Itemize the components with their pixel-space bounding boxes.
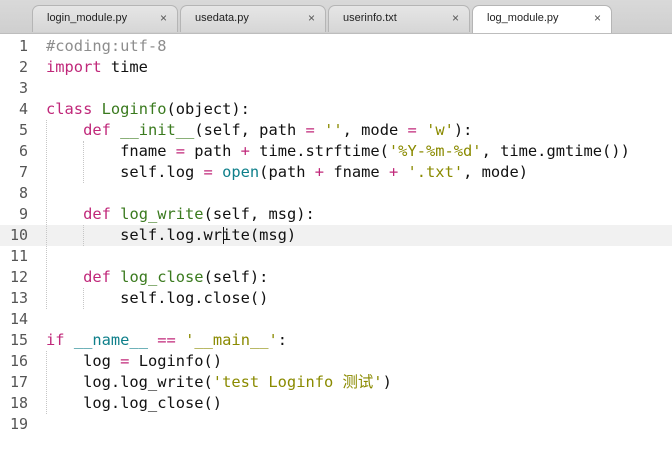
- code-line[interactable]: 11: [0, 246, 672, 267]
- close-icon[interactable]: ×: [452, 11, 459, 25]
- indent-guide: [83, 141, 85, 183]
- code-editor[interactable]: 1 #coding:utf-8 2 import time 3 4 class Loginf…: [0, 34, 672, 452]
- line-number: 4: [18, 100, 28, 118]
- code-line[interactable]: 16 log = Loginfo(): [0, 351, 672, 372]
- code-line[interactable]: 15 if __name__ == '__main__':: [0, 330, 672, 351]
- code-text[interactable]: import time: [46, 57, 148, 78]
- line-number: 1: [18, 37, 28, 55]
- indent-guide: [46, 351, 47, 414]
- indent-guide: [46, 120, 47, 309]
- code-line[interactable]: 1 #coding:utf-8: [0, 36, 672, 57]
- tab-label: usedata.py: [195, 12, 249, 24]
- code-text[interactable]: def log_write(self, msg):: [46, 204, 315, 225]
- line-number: 7: [18, 163, 28, 181]
- close-icon[interactable]: ×: [594, 11, 601, 25]
- line-number: 11: [9, 247, 28, 265]
- line-number: 14: [9, 310, 28, 328]
- line-number: 12: [9, 268, 28, 286]
- tab-log-module[interactable]: log_module.py ×: [472, 5, 612, 33]
- code-line[interactable]: 2 import time: [0, 57, 672, 78]
- close-icon[interactable]: ×: [308, 11, 315, 25]
- tab-usedata[interactable]: usedata.py ×: [180, 5, 326, 32]
- code-line[interactable]: 7 self.log = open(path + fname + '.txt',…: [0, 162, 672, 183]
- tab-label: login_module.py: [47, 12, 128, 24]
- line-number: 9: [18, 205, 28, 223]
- line-number: 19: [9, 415, 28, 433]
- tab-label: userinfo.txt: [343, 12, 397, 24]
- code-line[interactable]: 10 self.log.write(msg): [0, 225, 672, 246]
- tab-bar: login_module.py × usedata.py × userinfo.…: [0, 0, 672, 34]
- code-text[interactable]: def __init__(self, path = '', mode = 'w'…: [46, 120, 472, 141]
- code-text[interactable]: self.log.close(): [46, 288, 268, 309]
- line-number: 3: [18, 79, 28, 97]
- indent-guide: [83, 288, 85, 309]
- line-number: 10: [9, 226, 28, 244]
- line-number: 8: [18, 184, 28, 202]
- code-line[interactable]: 6 fname = path + time.strftime('%Y-%m-%d…: [0, 141, 672, 162]
- line-number: 17: [9, 373, 28, 391]
- code-line[interactable]: 18 log.log_close(): [0, 393, 672, 414]
- code-text[interactable]: fname = path + time.strftime('%Y-%m-%d',…: [46, 141, 630, 162]
- code-line[interactable]: 13 self.log.close(): [0, 288, 672, 309]
- code-text[interactable]: log = Loginfo(): [46, 351, 222, 372]
- code-line[interactable]: 17 log.log_write('test Loginfo 测试'): [0, 372, 672, 393]
- tab-login-module[interactable]: login_module.py ×: [32, 5, 178, 32]
- tab-label: log_module.py: [487, 12, 559, 24]
- code-line[interactable]: 9 def log_write(self, msg):: [0, 204, 672, 225]
- code-line[interactable]: 12 def log_close(self):: [0, 267, 672, 288]
- code-line[interactable]: 5 def __init__(self, path = '', mode = '…: [0, 120, 672, 141]
- code-text[interactable]: self.log = open(path + fname + '.txt', m…: [46, 162, 528, 183]
- code-text[interactable]: if __name__ == '__main__':: [46, 330, 287, 351]
- line-number: 18: [9, 394, 28, 412]
- code-line[interactable]: 14: [0, 309, 672, 330]
- indent-guide: [83, 225, 85, 246]
- code-text[interactable]: class Loginfo(object):: [46, 99, 250, 120]
- line-number: 5: [18, 121, 28, 139]
- line-number: 15: [9, 331, 28, 349]
- code-line[interactable]: 4 class Loginfo(object):: [0, 99, 672, 120]
- code-text[interactable]: log.log_close(): [46, 393, 222, 414]
- text-cursor: [223, 227, 225, 244]
- line-number: 13: [9, 289, 28, 307]
- code-text[interactable]: def log_close(self):: [46, 267, 268, 288]
- line-number: 16: [9, 352, 28, 370]
- code-line[interactable]: 8: [0, 183, 672, 204]
- code-text[interactable]: log.log_write('test Loginfo 测试'): [46, 372, 392, 393]
- code-text[interactable]: #coding:utf-8: [46, 36, 166, 57]
- tab-userinfo[interactable]: userinfo.txt ×: [328, 5, 470, 32]
- line-number: 2: [18, 58, 28, 76]
- line-number: 6: [18, 142, 28, 160]
- code-line[interactable]: 3: [0, 78, 672, 99]
- close-icon[interactable]: ×: [160, 11, 167, 25]
- code-line[interactable]: 19: [0, 414, 672, 435]
